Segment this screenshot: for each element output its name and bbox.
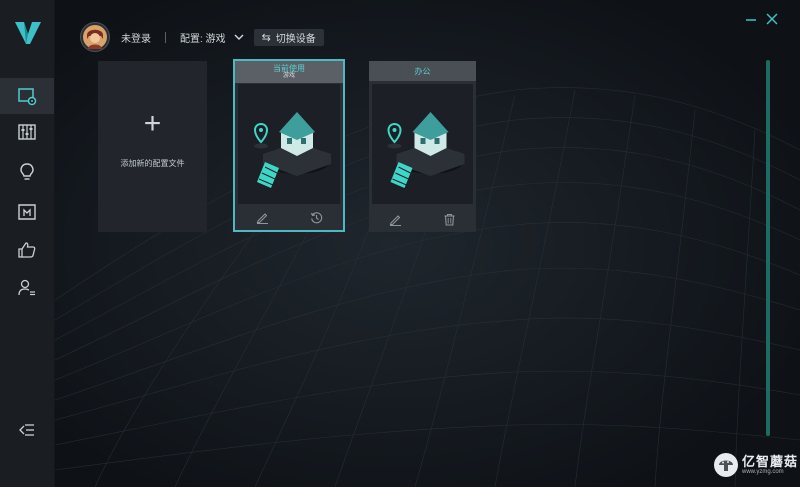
profile-card-office[interactable]: 办公 [369, 61, 476, 232]
thumbs-up-icon [18, 242, 36, 258]
lightbulb-icon [20, 163, 34, 180]
profile-illustration [372, 84, 473, 204]
profile-card-actions [235, 204, 343, 230]
minimize-icon[interactable] [744, 12, 758, 26]
profile-card-game[interactable]: 当前使用 游戏 [233, 59, 345, 232]
add-profile-card[interactable]: + 添加新的配置文件 [98, 61, 207, 232]
collapse-sidebar-button[interactable] [0, 412, 54, 448]
edit-profile-button[interactable] [235, 204, 289, 230]
switch-device-label: 切换设备 [275, 33, 316, 45]
watermark: 亿智蘑菇 www.yzmg.com [714, 453, 798, 477]
profile-name: 游戏 [282, 73, 295, 79]
close-icon[interactable] [765, 12, 779, 26]
avatar[interactable] [80, 22, 110, 52]
divider [165, 31, 166, 43]
header-bar: 未登录 配置: 游戏 ⇆ 切换设备 [80, 22, 324, 52]
history-icon [310, 211, 322, 223]
sidebar-item-account[interactable] [0, 270, 54, 306]
current-config-label: 配置: 游戏 [180, 33, 226, 45]
profile-illustration [238, 84, 340, 204]
switch-device-button[interactable]: ⇆ 切换设备 [253, 28, 324, 46]
pencil-icon [256, 212, 268, 224]
sidebar-item-equalizer[interactable] [0, 114, 54, 150]
profile-name: 办公 [414, 67, 431, 76]
pencil-icon [389, 214, 402, 226]
sidebar-item-feedback[interactable] [0, 232, 54, 268]
user-list-icon [18, 279, 35, 296]
edit-profile-button[interactable] [369, 206, 423, 232]
watermark-title: 亿智蘑菇 [742, 453, 799, 469]
profile-settings-icon [18, 88, 37, 106]
app-logo [15, 22, 41, 44]
sliders-icon [18, 124, 36, 140]
add-profile-label: 添加新的配置文件 [120, 159, 185, 168]
house-location-icon [387, 112, 465, 188]
login-status[interactable]: 未登录 [121, 30, 151, 45]
scrollbar[interactable] [766, 60, 770, 436]
sidebar-item-macro[interactable] [0, 194, 54, 230]
house-location-icon [253, 112, 331, 188]
profile-card-header: 办公 [369, 61, 476, 81]
collapse-menu-icon [19, 424, 34, 436]
profile-card-actions [369, 206, 476, 232]
user-avatar-icon [83, 25, 107, 49]
sidebar-item-profiles[interactable] [0, 78, 54, 114]
current-use-badge: 当前使用 [273, 64, 305, 73]
trash-icon [444, 213, 455, 226]
watermark-url: www.yzmg.com [742, 468, 784, 475]
mushroom-logo-icon [714, 453, 738, 477]
plus-icon: + [143, 107, 162, 140]
profile-card-header: 当前使用 游戏 [235, 61, 343, 83]
macro-icon [18, 204, 36, 220]
sidebar-item-lighting[interactable] [0, 154, 54, 190]
delete-profile-button[interactable] [423, 206, 477, 232]
chevron-down-icon[interactable] [234, 32, 244, 42]
sidebar [0, 0, 55, 487]
swap-icon: ⇆ [261, 30, 271, 44]
restore-profile-button[interactable] [289, 204, 343, 230]
